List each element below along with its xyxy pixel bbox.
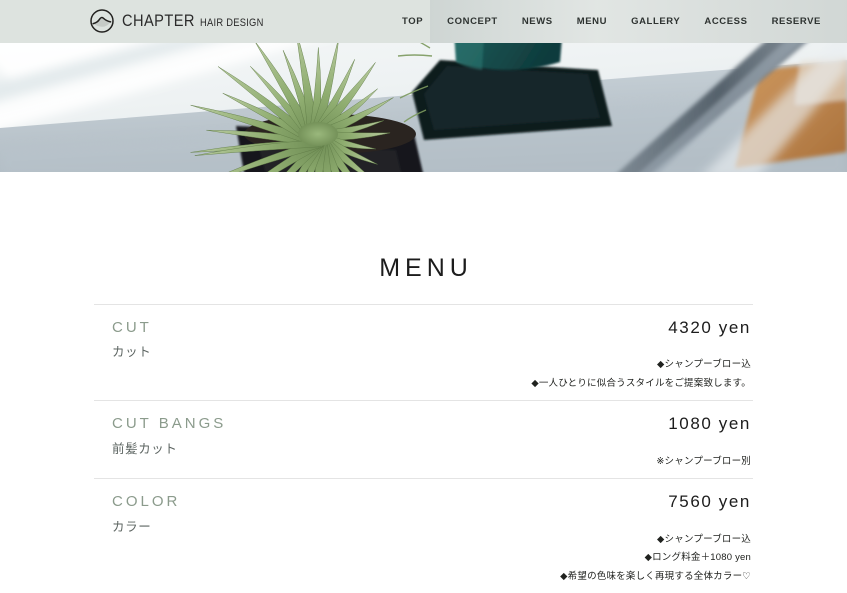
circle-wave-logo-icon — [90, 9, 114, 33]
logo-brand-text: CHAPTER — [122, 11, 195, 30]
menu-row: CUT BANGS 前髪カット 1080 yen ※シャンプーブロー別 — [94, 400, 753, 478]
logo-wordmark: CHAPTER HAIR DESIGN — [122, 11, 275, 31]
menu-item-note: ◆希望の色味を楽しく再現する全体カラー♡ — [560, 570, 751, 582]
salon-website-page: CHAPTER HAIR DESIGN TOP CONCEPT NEWS MEN… — [0, 0, 847, 593]
menu-item-pricing: 1080 yen ※シャンプーブロー別 — [656, 414, 753, 471]
menu-item-names: COLOR カラー — [94, 492, 180, 535]
menu-list: CUT カット 4320 yen ◆シャンプーブロー込 ◆一人ひとりに似合うスタ… — [94, 304, 753, 593]
site-logo[interactable]: CHAPTER HAIR DESIGN — [89, 8, 275, 34]
logo-tagline-text: HAIR DESIGN — [199, 17, 264, 29]
menu-item-pricing: 4320 yen ◆シャンプーブロー込 ◆一人ひとりに似合うスタイルをご提案致し… — [531, 318, 753, 393]
menu-row: CUT カット 4320 yen ◆シャンプーブロー込 ◆一人ひとりに似合うスタ… — [94, 304, 753, 400]
nav-item-concept[interactable]: CONCEPT — [435, 16, 510, 27]
nav-item-news[interactable]: NEWS — [510, 16, 565, 27]
menu-item-note: ※シャンプーブロー別 — [656, 455, 751, 467]
menu-item-notes: ◆シャンプーブロー込 ◆一人ひとりに似合うスタイルをご提案致します。 — [531, 356, 751, 393]
nav-item-access[interactable]: ACCESS — [692, 16, 759, 27]
menu-row: COLOR カラー 7560 yen ◆シャンプーブロー込 ◆ロング料金＋108… — [94, 478, 753, 593]
menu-item-name-en: COLOR — [112, 493, 181, 511]
menu-item-price: 1080 yen — [668, 414, 751, 434]
menu-item-notes: ※シャンプーブロー別 — [656, 453, 751, 472]
menu-section: MENU CUT カット 4320 yen ◆シャンプーブロー込 ◆一人ひとりに… — [0, 178, 847, 593]
nav-item-gallery[interactable]: GALLERY — [619, 16, 692, 27]
main-navigation[interactable]: TOP CONCEPT NEWS MENU GALLERY ACCESS RES… — [390, 0, 833, 43]
menu-item-note: ◆シャンプーブロー込 — [657, 359, 751, 371]
nav-item-top[interactable]: TOP — [390, 16, 435, 27]
site-header: CHAPTER HAIR DESIGN TOP CONCEPT NEWS MEN… — [0, 0, 847, 43]
menu-item-name-en: CUT — [112, 319, 152, 336]
nav-item-menu[interactable]: MENU — [565, 16, 619, 27]
page-title: MENU — [379, 254, 473, 282]
menu-item-note: ◆一人ひとりに似合うスタイルをご提案致します。 — [531, 377, 751, 389]
menu-item-notes: ◆シャンプーブロー込 ◆ロング料金＋1080 yen ◆希望の色味を楽しく再現す… — [560, 531, 751, 587]
nav-item-reserve[interactable]: RESERVE — [760, 16, 833, 27]
menu-item-name-ja: カット — [112, 345, 152, 360]
menu-item-note: ◆ロング料金＋1080 yen — [644, 552, 751, 564]
menu-item-names: CUT カット — [94, 318, 152, 361]
menu-item-price: 4320 yen — [668, 318, 751, 337]
menu-item-names: CUT BANGS 前髪カット — [94, 414, 226, 457]
menu-item-note: ◆シャンプーブロー込 — [657, 533, 751, 545]
menu-item-name-ja: 前髪カット — [112, 441, 178, 456]
menu-item-pricing: 7560 yen ◆シャンプーブロー込 ◆ロング料金＋1080 yen ◆希望の… — [560, 492, 753, 586]
menu-item-price: 7560 yen — [668, 492, 751, 512]
menu-item-name-ja: カラー — [112, 519, 152, 534]
menu-item-name-en: CUT BANGS — [112, 415, 227, 433]
